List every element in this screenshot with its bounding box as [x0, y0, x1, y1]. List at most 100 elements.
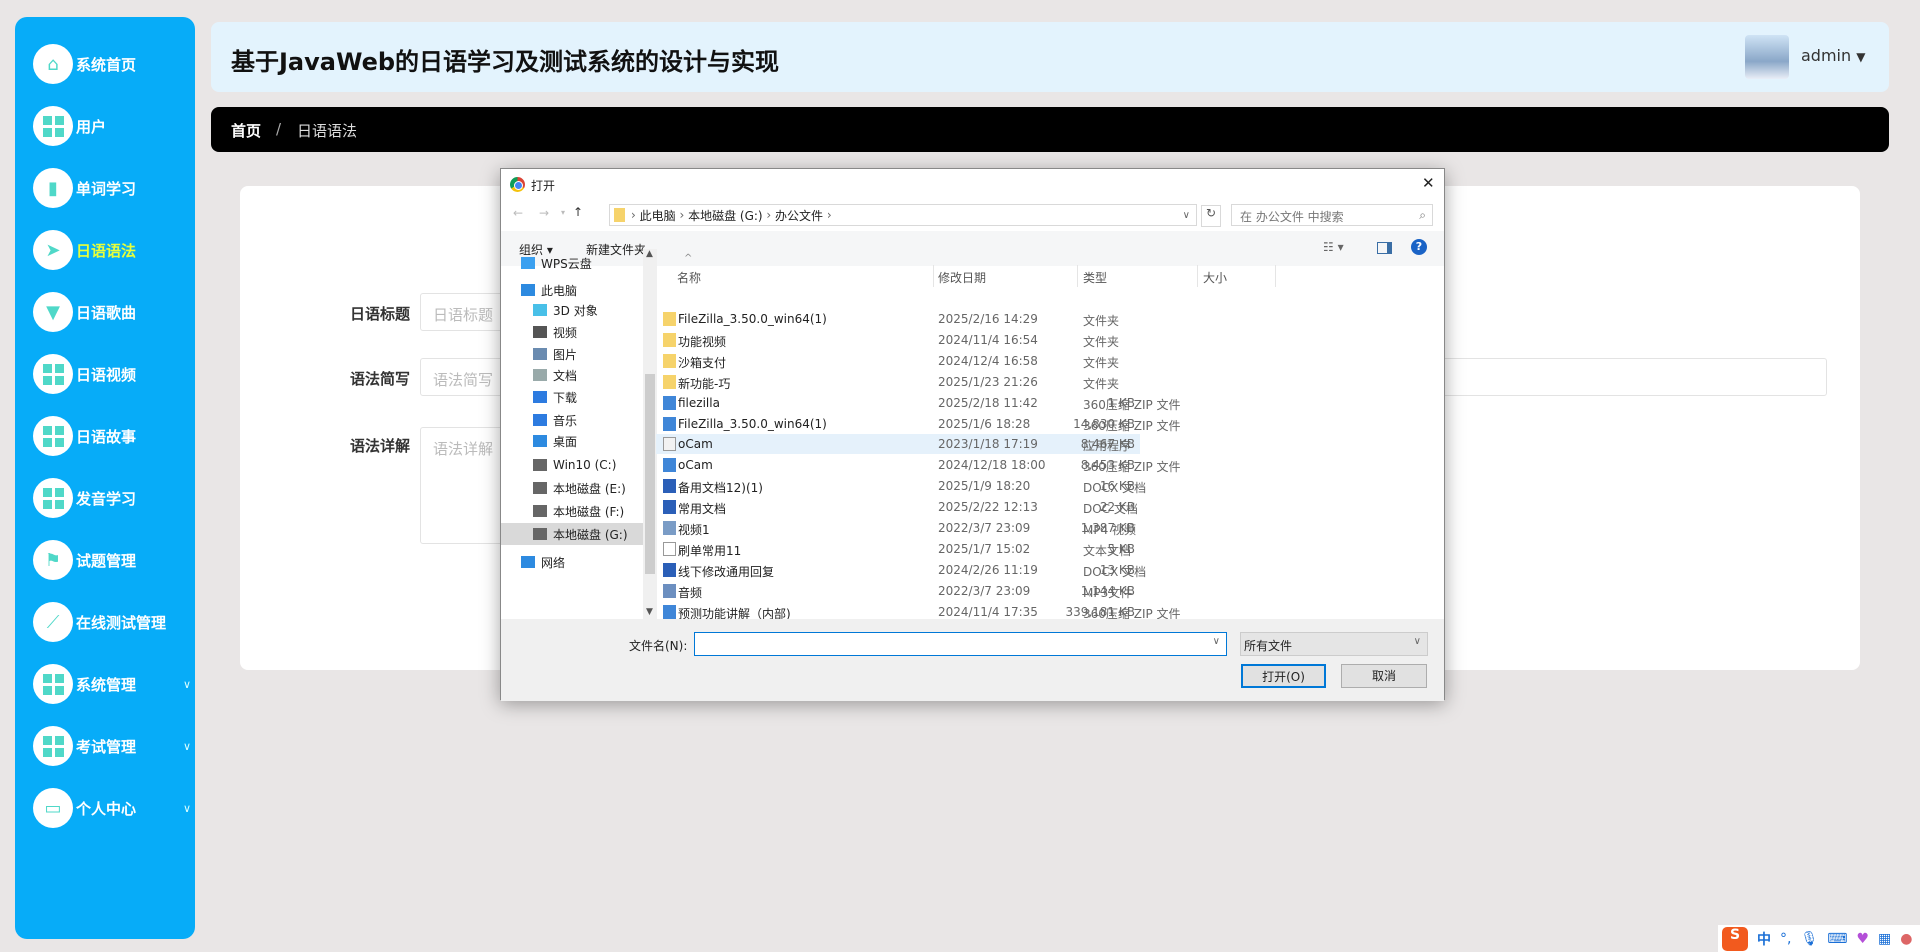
sidebar-item[interactable]: ➤ 日语语法: [33, 230, 136, 270]
nav-pane-item[interactable]: WPS云盘: [521, 252, 643, 274]
chevron-down-icon: ∨: [183, 801, 192, 815]
nav-pane-item[interactable]: Win10 (C:): [533, 454, 655, 476]
ime-punct[interactable]: °,: [1780, 931, 1791, 947]
path-segment[interactable]: 此电脑: [640, 207, 676, 224]
search-input[interactable]: 在 办公文件 中搜索 ⌕: [1231, 204, 1433, 226]
file-row[interactable]: 沙箱支付 2024/12/4 16:58 文件夹: [656, 351, 1140, 371]
file-size: 16 KB: [1099, 479, 1135, 494]
file-row[interactable]: 刷单常用11 2025/1/7 15:02 文本文档 5 KB: [656, 539, 1140, 559]
nav-pane-label: 网络: [541, 555, 566, 570]
nav-pane-label: 桌面: [553, 434, 578, 449]
sidebar-item[interactable]: ▭ 个人中心 ∨: [33, 788, 191, 828]
sidebar-item[interactable]: 考试管理 ∨: [33, 726, 191, 766]
back-icon[interactable]: ←: [513, 206, 523, 220]
sidebar-item[interactable]: ▮ 单词学习: [33, 168, 136, 208]
nav-pane-item[interactable]: 文档: [533, 364, 655, 386]
title-placeholder: 日语标题: [433, 306, 494, 324]
sidebar-item[interactable]: ▼ 日语歌曲: [33, 292, 136, 332]
keyboard-icon[interactable]: ⌨: [1827, 931, 1847, 947]
nav-pane-item[interactable]: 桌面: [533, 430, 655, 452]
sidebar-item[interactable]: ⌂ 系统首页: [33, 44, 136, 84]
file-row[interactable]: 音频 2022/3/7 23:09 MP3文件 1,144 KB: [656, 581, 1140, 601]
column-type[interactable]: 类型: [1083, 269, 1107, 286]
nav-pane-item[interactable]: 本地磁盘 (G:): [501, 523, 643, 545]
up-icon[interactable]: ↑: [573, 205, 583, 219]
book-icon: ▮: [33, 168, 73, 208]
column-size[interactable]: 大小: [1203, 269, 1227, 286]
filename-input[interactable]: ∨: [694, 632, 1227, 656]
nav-pane-label: 视频: [553, 325, 578, 340]
column-date[interactable]: 修改日期: [938, 269, 986, 286]
nav-pane-item[interactable]: 3D 对象: [533, 299, 655, 321]
mascot-icon[interactable]: ●: [1900, 931, 1912, 947]
cube-icon: [533, 304, 547, 316]
user-menu[interactable]: admin ▼: [1801, 46, 1865, 65]
nav-pane-item[interactable]: 视频: [533, 321, 655, 343]
breadcrumb: 首页 / 日语语法: [211, 107, 1889, 152]
view-options-icon[interactable]: ☷ ▾: [1323, 240, 1344, 254]
dialog-titlebar[interactable]: 打开 ✕: [501, 169, 1444, 199]
help-icon[interactable]: ?: [1411, 239, 1427, 255]
file-row[interactable]: oCam 2023/1/18 17:19 应用程序 8,467 KB: [656, 434, 1140, 455]
refresh-icon[interactable]: ↻: [1201, 205, 1221, 227]
sidebar-item[interactable]: ⚑ 试题管理: [33, 540, 136, 580]
nav-pane-item[interactable]: 本地磁盘 (F:): [533, 500, 655, 522]
sidebar-item[interactable]: 日语视频: [33, 354, 136, 394]
file-row[interactable]: 功能视频 2024/11/4 16:54 文件夹: [656, 330, 1140, 350]
file-row[interactable]: 视频1 2022/3/7 23:09 MP4 视频 1,387 KB: [656, 518, 1140, 538]
file-row[interactable]: 备用文档12)(1) 2025/1/9 18:20 DOCX 文档 16 KB: [656, 476, 1146, 496]
nav-pane-item[interactable]: 本地磁盘 (E:): [533, 477, 655, 499]
preview-pane-icon[interactable]: [1377, 242, 1392, 254]
sidebar-item[interactable]: 系统管理 ∨: [33, 664, 191, 704]
cancel-button[interactable]: 取消: [1341, 664, 1427, 688]
nav-scrollbar[interactable]: ▲ ▼: [643, 249, 657, 619]
nav-pane-item[interactable]: 图片: [533, 343, 655, 365]
address-bar[interactable]: › 此电脑 › 本地磁盘 (G:) › 办公文件 › ∨: [609, 204, 1197, 226]
file-row[interactable]: filezilla 2025/2/18 11:42 360压缩 ZIP 文件 1 KB: [656, 393, 1181, 413]
open-button[interactable]: 打开(O): [1241, 664, 1326, 688]
sogou-logo-icon[interactable]: S: [1722, 926, 1748, 951]
nav-pane-label: 下载: [553, 390, 578, 405]
avatar[interactable]: [1745, 35, 1789, 79]
file-size: 1,387 KB: [1080, 521, 1135, 535]
file-name: filezilla: [678, 395, 720, 410]
chevron-down-icon[interactable]: ∨: [1183, 210, 1190, 221]
ime-language[interactable]: 中: [1757, 929, 1771, 949]
file-row[interactable]: FileZilla_3.50.0_win64(1) 2025/2/16 14:29…: [656, 309, 1140, 329]
sidebar-item-label: 日语视频: [76, 365, 137, 384]
file-name: FileZilla_3.50.0_win64(1): [678, 416, 827, 431]
file-row[interactable]: oCam 2024/12/18 18:00 360压缩 ZIP 文件 8,453 KB: [656, 455, 1181, 475]
detail-label: 语法详解: [349, 437, 410, 455]
sidebar-item[interactable]: ⟋ 在线测试管理: [33, 602, 166, 642]
file-name: oCam: [678, 458, 713, 473]
breadcrumb-home[interactable]: 首页: [231, 120, 261, 141]
sidebar-item[interactable]: 日语故事: [33, 416, 136, 456]
column-name[interactable]: 名称: [677, 269, 701, 286]
file-row[interactable]: 常用文档 2025/2/22 12:13 DOC 文档 22 KB: [656, 497, 1140, 517]
sidebar-item[interactable]: 发音学习: [33, 478, 136, 518]
file-name: 刷单常用11: [678, 543, 742, 558]
file-row[interactable]: FileZilla_3.50.0_win64(1) 2025/1/6 18:28 3…: [656, 414, 1181, 434]
nav-pane-item[interactable]: 网络: [521, 551, 643, 573]
apps-icon[interactable]: ▦: [1878, 931, 1891, 947]
paper-plane-icon: ➤: [33, 230, 73, 270]
file-row[interactable]: 新功能-巧 2025/1/23 21:26 文件夹: [656, 372, 1140, 392]
chevron-down-icon[interactable]: ∨: [1213, 636, 1220, 647]
file-name: 音频: [678, 585, 703, 600]
nav-pane-label: WPS云盘: [541, 256, 592, 271]
sidebar-item-label: 系统管理: [76, 675, 137, 694]
microphone-icon[interactable]: 🎙: [1800, 931, 1818, 947]
close-icon[interactable]: ✕: [1422, 174, 1435, 192]
path-segment[interactable]: 办公文件: [775, 207, 823, 224]
nav-pane-item[interactable]: 音乐: [533, 409, 655, 431]
recent-dropdown-icon[interactable]: ▾: [561, 208, 565, 217]
nav-pane-item[interactable]: 此电脑: [521, 279, 643, 301]
nav-pane-item[interactable]: 下载: [533, 386, 655, 408]
scrollbar-thumb[interactable]: [645, 374, 655, 574]
forward-icon[interactable]: →: [539, 206, 549, 220]
path-segment[interactable]: 本地磁盘 (G:): [688, 207, 763, 224]
skin-icon[interactable]: ♥: [1856, 931, 1869, 947]
file-row[interactable]: 线下修改通用回复 2024/2/26 11:19 DOCX 文档 13 KB: [656, 560, 1146, 580]
file-type-select[interactable]: 所有文件 ∨: [1240, 632, 1428, 656]
sidebar-item[interactable]: 用户: [33, 106, 106, 146]
